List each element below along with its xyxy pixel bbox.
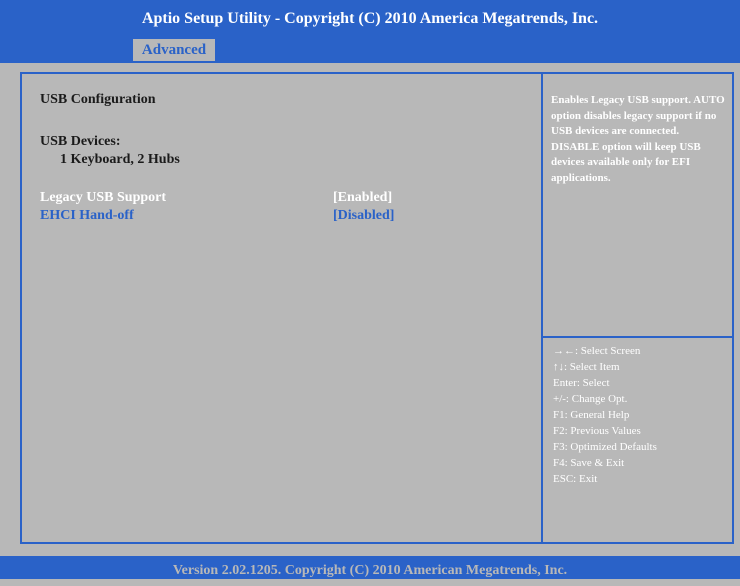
key-esc-exit: ESC: Exit: [553, 473, 598, 485]
key-select-item: ↑↓: Select Item: [553, 361, 620, 373]
key-enter-select: Enter: Select: [553, 377, 610, 389]
ehci-hand-off-label[interactable]: EHCI Hand-off: [40, 208, 134, 224]
key-legend: →←: Select Screen ↑↓: Select Item Enter:…: [553, 343, 657, 487]
title-bar: Aptio Setup Utility - Copyright (C) 2010…: [0, 0, 740, 37]
tab-advanced[interactable]: Advanced: [133, 39, 215, 61]
help-description: Enables Legacy USB support. AUTO option …: [551, 94, 725, 184]
version-text: Version 2.02.1205. Copyright (C) 2010 Am…: [172, 563, 568, 578]
ehci-hand-off-value[interactable]: [Disabled]: [333, 208, 394, 224]
help-divider: [543, 336, 732, 338]
key-select-screen: →←: Select Screen: [553, 345, 641, 357]
usb-devices-label: USB Devices:: [40, 134, 121, 149]
main-pane: USB Configuration USB Devices: 1 Keyboar…: [22, 74, 542, 542]
legacy-usb-support-value[interactable]: [Enabled]: [333, 190, 392, 206]
key-change-opt: +/-: Change Opt.: [553, 393, 628, 405]
window-title: Aptio Setup Utility - Copyright (C) 2010…: [141, 10, 599, 27]
legacy-usb-support-label[interactable]: Legacy USB Support: [40, 190, 166, 206]
footer-bar: Version 2.02.1205. Copyright (C) 2010 Am…: [0, 556, 740, 579]
setup-frame: USB Configuration USB Devices: 1 Keyboar…: [20, 72, 734, 544]
key-optimized-defaults: F3: Optimized Defaults: [553, 441, 657, 453]
section-title: USB Configuration: [40, 92, 156, 107]
key-previous-values: F2: Previous Values: [553, 425, 641, 437]
key-save-exit: F4: Save & Exit: [553, 457, 625, 469]
key-general-help: F1: General Help: [553, 409, 630, 421]
usb-devices-value: 1 Keyboard, 2 Hubs: [60, 152, 180, 167]
tab-bar: Advanced: [0, 37, 740, 63]
help-pane: Enables Legacy USB support. AUTO option …: [543, 74, 732, 542]
